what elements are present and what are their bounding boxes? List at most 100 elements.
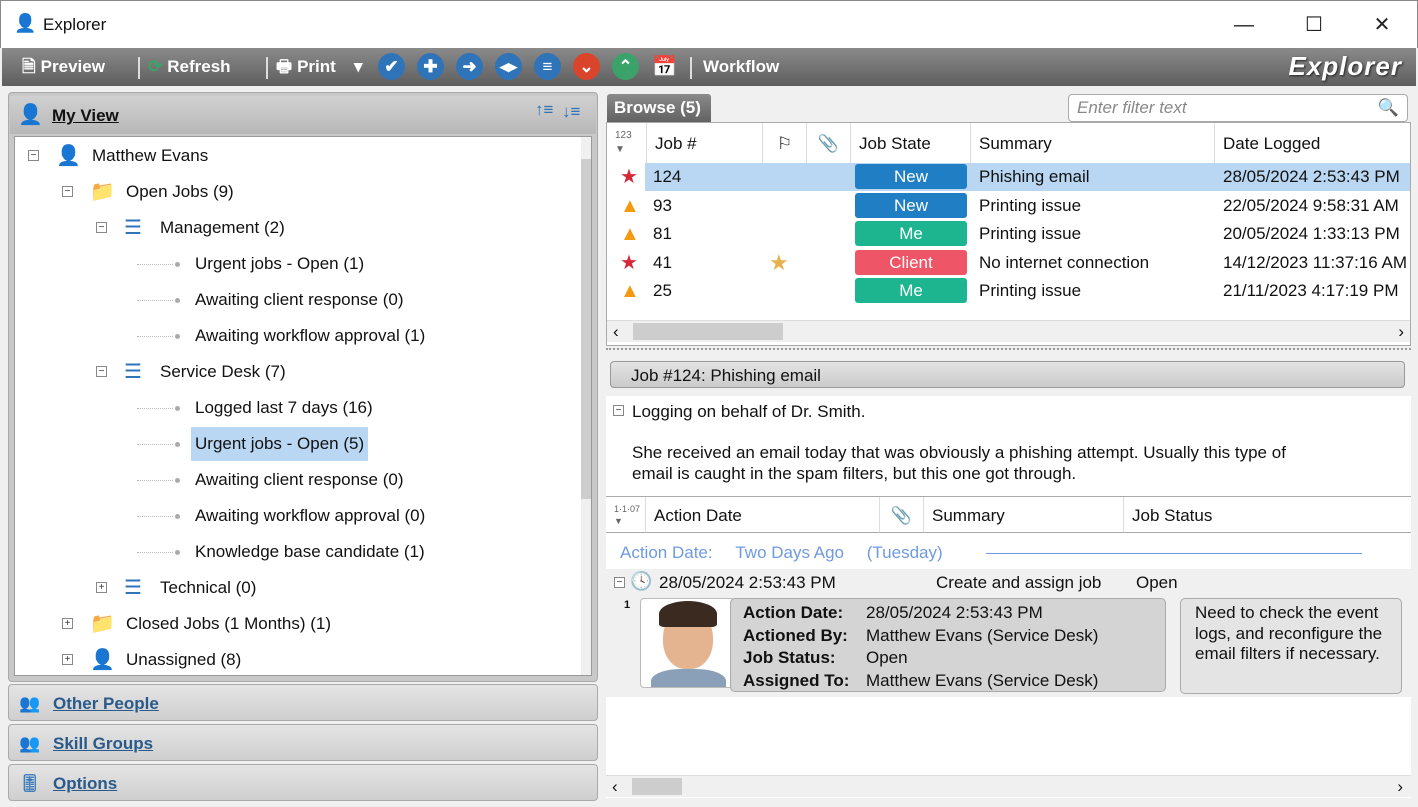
tree-item-label: Awaiting workflow approval (1): [195, 326, 426, 345]
tree-item[interactable]: − 👤 Matthew Evans: [15, 139, 575, 173]
scroll-right-icon[interactable]: ›: [1398, 322, 1404, 342]
bullet-icon: [175, 262, 180, 267]
filter-input[interactable]: Enter filter text 🔍: [1068, 94, 1408, 122]
scrollbar-thumb[interactable]: [632, 778, 682, 795]
tree-item[interactable]: − ☰ Management (2): [15, 211, 575, 245]
refresh-label: Refresh: [167, 57, 231, 76]
brand-logo: Explorer: [1288, 51, 1402, 81]
collapse-icon[interactable]: −: [96, 222, 107, 233]
check-button[interactable]: ✔: [378, 53, 405, 80]
tree-item[interactable]: − ☰ Service Desk (7): [15, 355, 575, 389]
tree-item[interactable]: Logged last 7 days (16): [15, 391, 575, 425]
column-summary[interactable]: Summary: [924, 497, 1124, 533]
table-row[interactable]: ★ 124 New Phishing email 28/05/2024 2:53:43 …: [607, 163, 1410, 191]
column-job-state[interactable]: Job State: [851, 123, 971, 163]
close-button[interactable]: ✕: [1359, 9, 1405, 41]
print-button[interactable]: 🖶 Print: [276, 48, 336, 86]
nav-other-people[interactable]: 👥 Other People: [8, 684, 598, 721]
table-row[interactable]: ★ 41 ★ Client No internet connection 14/12/20…: [607, 249, 1410, 277]
plus-button[interactable]: ✚: [417, 53, 444, 80]
bullet-icon: [175, 550, 180, 555]
table-row[interactable]: ▲ 81 Me Printing issue 20/05/2024 1:33:13 PM: [607, 220, 1410, 248]
collapse-icon[interactable]: −: [96, 366, 107, 377]
table-row[interactable]: ▲ 93 New Printing issue 22/05/2024 9:58:31 A…: [607, 192, 1410, 220]
group-row[interactable]: Action Date: Two Days Ago (Tuesday): [620, 543, 943, 563]
scrollbar-thumb[interactable]: [581, 159, 591, 499]
column-job-status[interactable]: Job Status: [1124, 497, 1411, 533]
expand-icon[interactable]: +: [62, 618, 73, 629]
collapse-icon[interactable]: −: [28, 150, 39, 161]
chevron-down-button[interactable]: ⌄: [573, 53, 600, 80]
sort-glyph: 123: [615, 130, 632, 141]
collapse-icon[interactable]: −: [614, 577, 625, 588]
scroll-left-icon[interactable]: ‹: [613, 322, 619, 342]
options-icon: 🎚: [19, 774, 41, 793]
tree-connector: [137, 264, 173, 265]
tree-item[interactable]: Awaiting client response (0): [15, 463, 575, 497]
tree-item-label: Urgent jobs - Open (1): [195, 254, 365, 273]
nav-skill-groups[interactable]: 👥 Skill Groups: [8, 724, 598, 761]
preview-button[interactable]: 🗎 Preview: [22, 48, 105, 86]
grid-horizontal-scrollbar[interactable]: ‹ ›: [607, 320, 1410, 342]
calendar-icon[interactable]: 📅: [652, 48, 677, 86]
tree-item[interactable]: − 📁 Open Jobs (9): [15, 175, 575, 209]
job-number: 25: [653, 281, 672, 300]
print-dropdown[interactable]: ▾: [354, 48, 363, 86]
tree-item[interactable]: + 📁 Closed Jobs (1 Months) (1): [15, 607, 575, 641]
attachment-column-icon[interactable]: 📎: [880, 497, 924, 533]
scrollbar-thumb[interactable]: [633, 323, 783, 340]
folder-icon: 📁: [90, 613, 115, 635]
list-button[interactable]: ≡: [534, 53, 561, 80]
table-row[interactable]: ▲ 25 Me Printing issue 21/11/2023 4:17:19 PM: [607, 277, 1410, 305]
actions-horizontal-scrollbar[interactable]: ‹ ›: [606, 775, 1411, 797]
job-summary: Printing issue: [979, 224, 1082, 243]
job-state-badge: New: [855, 192, 967, 218]
value: Open: [866, 648, 908, 667]
column-summary[interactable]: Summary: [971, 123, 1215, 163]
arrow-right-button[interactable]: ➜: [456, 53, 483, 80]
tree-connector: [137, 480, 173, 481]
workflow-button[interactable]: Workflow: [703, 48, 779, 86]
attachment-column-icon[interactable]: 📎: [807, 123, 851, 163]
split-button[interactable]: ◂▸: [495, 53, 522, 80]
sort-ascending-icon[interactable]: ↑≡: [535, 100, 553, 120]
tree-item[interactable]: + ☰ Technical (0): [15, 571, 575, 605]
column-action-date[interactable]: Action Date: [646, 497, 880, 533]
tree-item[interactable]: Awaiting workflow approval (0): [15, 499, 575, 533]
tree-connector: [137, 336, 173, 337]
tab-browse[interactable]: Browse (5): [607, 94, 711, 122]
scroll-right-icon[interactable]: ›: [1397, 777, 1403, 797]
collapse-icon[interactable]: −: [62, 186, 73, 197]
queue-icon: ☰: [124, 361, 142, 383]
tree-item[interactable]: Knowledge base candidate (1): [15, 535, 575, 569]
sort-icon[interactable]: 1·1·07 ▼: [606, 497, 646, 533]
flag-column-icon[interactable]: ⚐: [763, 123, 807, 163]
splitter[interactable]: [606, 348, 1411, 352]
nav-options[interactable]: 🎚 Options: [8, 764, 598, 801]
refresh-button[interactable]: ⟳ Refresh: [148, 48, 231, 86]
my-view-header[interactable]: 👤 My View ↑≡ ↓≡: [10, 96, 596, 134]
sort-icon[interactable]: 123 ▼: [607, 123, 647, 163]
scroll-left-icon[interactable]: ‹: [612, 777, 618, 797]
collapse-icon[interactable]: −: [613, 405, 624, 416]
tree-item[interactable]: Awaiting workflow approval (1): [15, 319, 575, 353]
tree-connector: [137, 300, 173, 301]
action-row[interactable]: − 🕓 28/05/2024 2:53:43 PM Create and ass…: [606, 569, 1411, 697]
column-job-number[interactable]: Job #: [647, 123, 763, 163]
expand-icon[interactable]: +: [96, 582, 107, 593]
tree-item[interactable]: Urgent jobs - Open (5): [15, 427, 575, 461]
column-date-logged[interactable]: Date Logged: [1215, 123, 1410, 163]
tree-scrollbar[interactable]: [581, 137, 591, 675]
sort-descending-icon[interactable]: ↓≡: [562, 102, 580, 122]
job-state-badge: Me: [855, 221, 967, 246]
chevron-up-button[interactable]: ⌃: [612, 53, 639, 80]
tree-item[interactable]: Urgent jobs - Open (1): [15, 247, 575, 281]
maximize-button[interactable]: ☐: [1291, 9, 1337, 41]
search-icon[interactable]: 🔍: [1378, 95, 1399, 121]
minimize-button[interactable]: —: [1221, 9, 1267, 41]
expand-icon[interactable]: +: [62, 654, 73, 665]
divider: [266, 57, 268, 79]
tree-item[interactable]: Awaiting client response (0): [15, 283, 575, 317]
filter-placeholder: Enter filter text: [1077, 98, 1187, 117]
tree-item[interactable]: + 👤 Unassigned (8): [15, 643, 575, 675]
